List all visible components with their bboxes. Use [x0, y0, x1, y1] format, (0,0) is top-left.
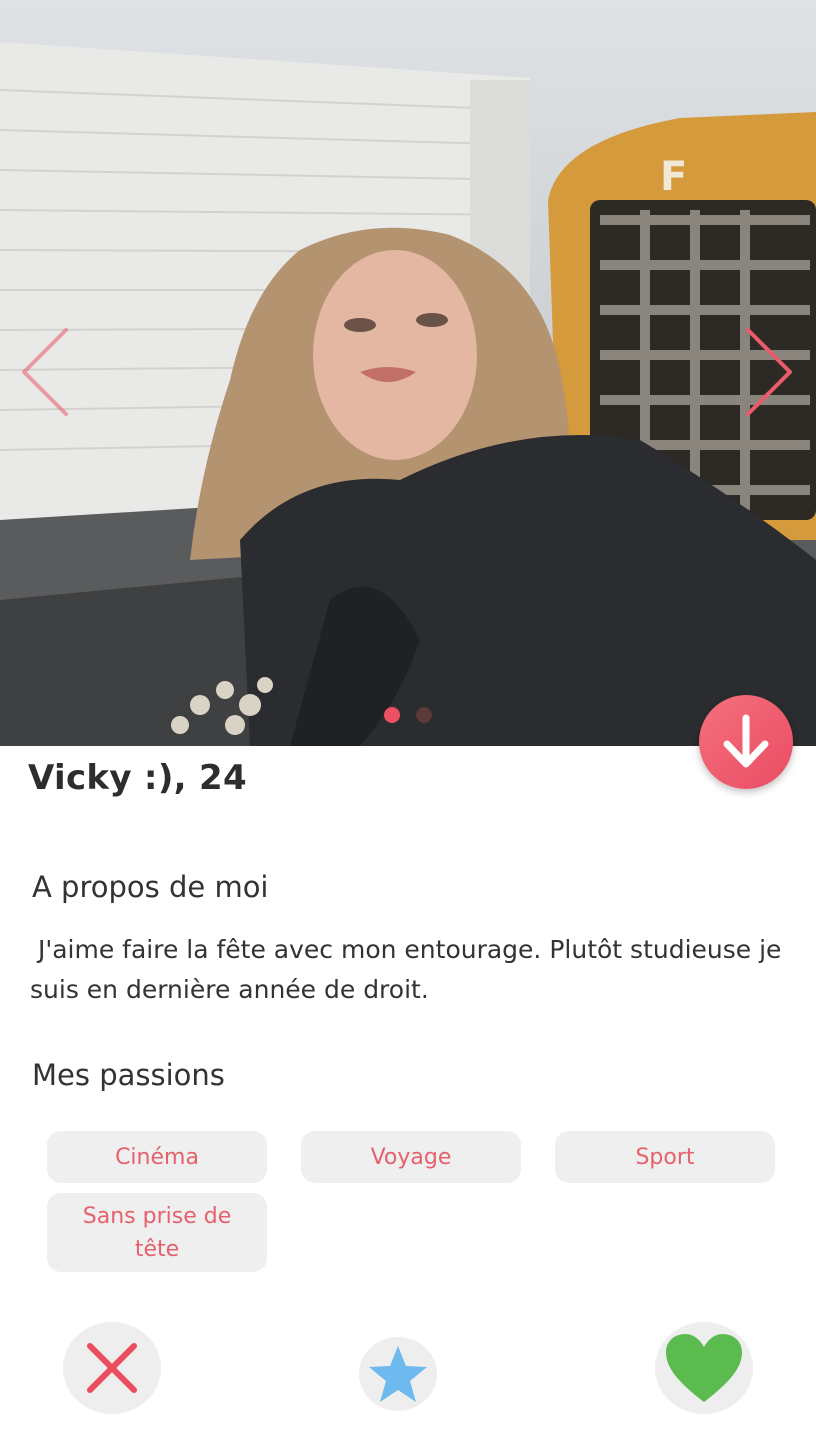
profile-name-age: Vicky :), 24 [28, 758, 247, 798]
passions-title: Mes passions [32, 1058, 225, 1092]
passion-chip[interactable]: Cinéma [47, 1131, 267, 1183]
pagination-dot[interactable] [416, 707, 432, 723]
pagination-dot-active[interactable] [384, 707, 400, 723]
star-icon [369, 1346, 427, 1402]
photo-pagination [384, 707, 432, 723]
super-like-button[interactable] [359, 1337, 437, 1411]
passion-chip[interactable]: Voyage [301, 1131, 521, 1183]
passion-chip[interactable]: Sport [555, 1131, 775, 1183]
previous-photo-button[interactable] [18, 326, 72, 418]
chevron-left-icon [22, 328, 68, 416]
heart-icon [666, 1334, 742, 1402]
dislike-button[interactable] [63, 1322, 161, 1414]
scroll-down-button[interactable] [699, 695, 793, 789]
about-text: J'aime faire la fête avec mon entourage.… [30, 935, 790, 1004]
profile-photo[interactable]: F [0, 0, 816, 746]
close-icon [87, 1343, 137, 1393]
about-title: A propos de moi [32, 870, 269, 904]
like-button[interactable] [655, 1322, 753, 1414]
photo-scene: F [0, 42, 816, 746]
next-photo-button[interactable] [742, 326, 796, 418]
arrow-down-icon [723, 714, 769, 768]
chevron-right-icon [746, 328, 792, 416]
passion-chip[interactable]: Sans prise de tête [47, 1193, 267, 1272]
svg-text:F: F [660, 154, 687, 200]
